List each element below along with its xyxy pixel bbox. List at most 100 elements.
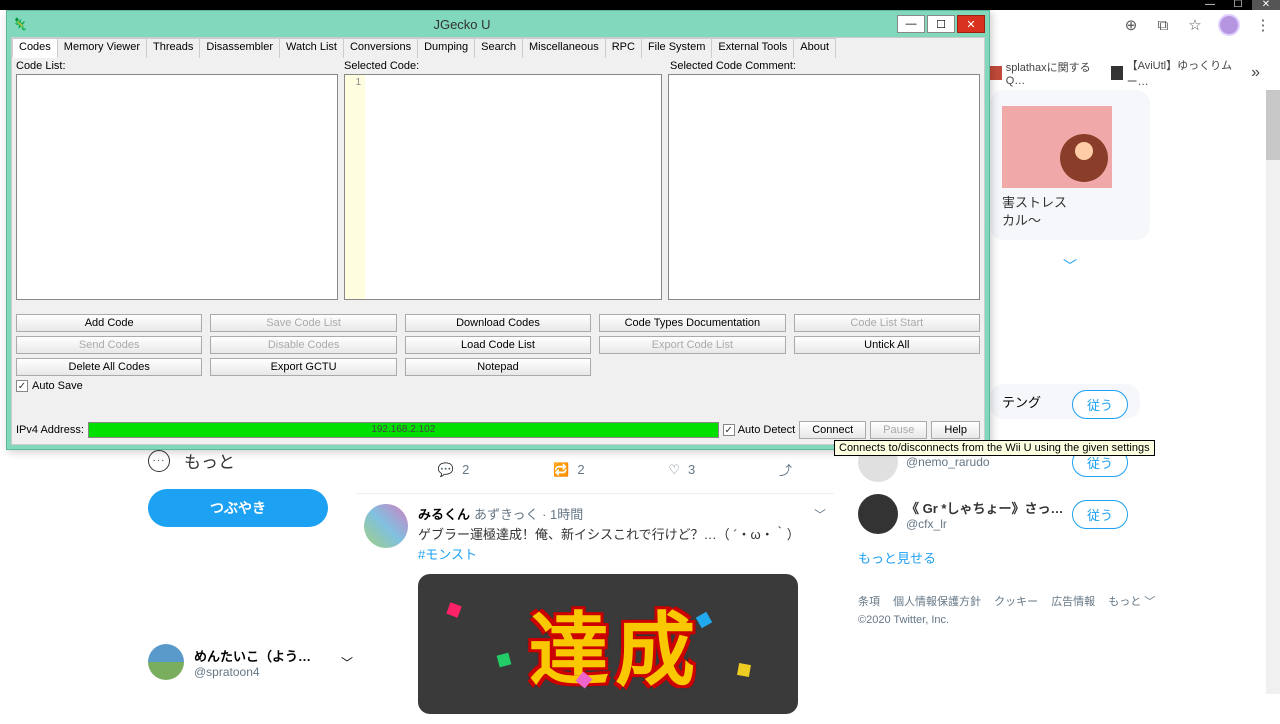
bookmark-overflow-button[interactable]: » (1251, 64, 1260, 82)
follow-item[interactable]: 《 Gr *しゃちょー》さっち… @cfx_lr 従う (858, 488, 1128, 540)
bookmark-item[interactable]: splathaxに関するQ… (990, 59, 1093, 87)
tab-external-tools[interactable]: External Tools (711, 38, 794, 58)
maximize-button[interactable]: ☐ (927, 15, 955, 33)
code-editor[interactable] (365, 75, 661, 299)
ip-label: IPv4 Address: (16, 424, 84, 436)
help-button[interactable]: Help (931, 421, 980, 439)
load-code-list-button[interactable]: Load Code List (405, 336, 591, 354)
tab-disassembler[interactable]: Disassembler (199, 38, 280, 58)
check-icon: ✓ (723, 424, 735, 436)
like-button[interactable]: ♡ 3 (668, 460, 695, 479)
titlebar[interactable]: 🦎 JGecko U — ☐ ✕ (7, 11, 989, 37)
bookmark-item[interactable]: 【AviUtl】ゆっくりムー… (1111, 57, 1233, 89)
tab-conversions[interactable]: Conversions (343, 38, 418, 58)
code-list-panel[interactable] (16, 74, 338, 300)
export-gctu-button[interactable]: Export GCTU (210, 358, 396, 376)
bookmark-bar: splathaxに関するQ… 【AviUtl】ゆっくりムー… » (990, 62, 1260, 84)
hashtag-link[interactable]: #モンスト (418, 547, 477, 562)
extensions-icon[interactable]: ⧉ (1154, 16, 1172, 34)
delete-all-codes-button[interactable]: Delete All Codes (16, 358, 202, 376)
codelist-label: Code List: (16, 60, 344, 72)
comment-panel[interactable] (668, 74, 980, 300)
footer-link[interactable]: 個人情報保護方針 (893, 596, 981, 608)
avatar (858, 494, 898, 534)
tab-about[interactable]: About (793, 38, 836, 58)
scrollbar-thumb[interactable] (1266, 90, 1280, 160)
show-more-link[interactable]: もっと見せる (858, 540, 1128, 567)
image-text: 達 成 (529, 586, 687, 702)
trends-panel: 害ストレスカル～ ﹀ (990, 90, 1150, 280)
tweet[interactable]: みるくん あずきっく · 1時間 ﹀ ゲブラー運極達成！俺、新イシスこれで行けど… (356, 494, 834, 724)
save-code-list-button[interactable]: Save Code List (210, 314, 396, 332)
auto-detect-checkbox[interactable]: ✓ Auto Detect (723, 424, 795, 436)
timeline: 💬 2 🔁 2 ♡ 3 ⤴ みるくん あずきっく · 1時間 ﹀ ゲブラー運極達… (356, 452, 834, 724)
bookmark-label: splathaxに関するQ… (1006, 59, 1093, 87)
copyright: ©2020 Twitter, Inc. (858, 612, 1165, 630)
footer-link[interactable]: クッキー (994, 596, 1038, 608)
code-types-documentation-button[interactable]: Code Types Documentation (599, 314, 785, 332)
disable-codes-button[interactable]: Disable Codes (210, 336, 396, 354)
footer-link[interactable]: 条項 (858, 596, 880, 608)
tab-search[interactable]: Search (474, 38, 523, 58)
tweet-menu-icon[interactable]: ﹀ (814, 506, 826, 523)
tweet-author: みるくん (418, 504, 470, 523)
follow-button[interactable]: 従う (1072, 500, 1128, 529)
button-grid: Add Code Save Code List Download Codes Code… (16, 314, 980, 376)
menu-icon[interactable]: ⋮ (1254, 16, 1272, 34)
footer-link[interactable]: 広告情報 (1051, 596, 1095, 608)
share-button[interactable]: ⤴ (779, 460, 792, 479)
minimize-button[interactable]: — (897, 15, 925, 33)
tab-watch-list[interactable]: Watch List (279, 38, 344, 58)
close-button[interactable]: ✕ (957, 15, 985, 33)
trend-image (1002, 106, 1112, 188)
send-codes-button[interactable]: Send Codes (16, 336, 202, 354)
autosave-checkbox[interactable]: ✓ Auto Save (16, 380, 980, 392)
vertical-scrollbar[interactable] (1266, 90, 1280, 694)
window-title: JGecko U (29, 17, 895, 32)
follow-handle: @cfx_lr (906, 517, 1064, 531)
connect-button[interactable]: Connect (799, 421, 866, 439)
star-icon[interactable]: ☆ (1186, 16, 1204, 34)
download-codes-button[interactable]: Download Codes (405, 314, 591, 332)
favicon-icon (990, 66, 1002, 80)
add-code-button[interactable]: Add Code (16, 314, 202, 332)
more-label: もっと (184, 448, 235, 473)
retweet-button[interactable]: 🔁 2 (553, 460, 584, 479)
follow-button[interactable]: 従う (1072, 390, 1128, 419)
user-handle: @spratoon4 (194, 665, 311, 679)
tab-file-system[interactable]: File System (641, 38, 712, 58)
expand-icon[interactable]: ﹀ (990, 252, 1150, 280)
connection-row: IPv4 Address: 192.168.2.102 ✓ Auto Detec… (16, 420, 980, 440)
untick-all-button[interactable]: Untick All (794, 336, 980, 354)
jgecko-window: 🦎 JGecko U — ☐ ✕ CodesMemory ViewerThrea… (6, 10, 990, 450)
ip-address-field[interactable]: 192.168.2.102 (88, 422, 719, 438)
code-list-start-button[interactable]: Code List Start (794, 314, 980, 332)
notepad-button[interactable]: Notepad (405, 358, 591, 376)
tab-rpc[interactable]: RPC (605, 38, 642, 58)
footer-link[interactable]: もっと ﹀ (1108, 596, 1155, 608)
tab-miscellaneous[interactable]: Miscellaneous (522, 38, 606, 58)
reply-button[interactable]: 💬 2 (438, 460, 469, 479)
tooltip: Connects to/disconnects from the Wii U u… (834, 440, 1155, 456)
trend-item[interactable]: 害ストレスカル～ (990, 90, 1150, 240)
comment-label: Selected Code Comment: (670, 60, 796, 72)
tab-threads[interactable]: Threads (146, 38, 200, 58)
follow-name: 《 Gr *しゃちょー》さっち… (906, 498, 1064, 517)
profile-avatar[interactable] (1218, 14, 1240, 36)
export-code-list-button[interactable]: Export Code List (599, 336, 785, 354)
follow-trend-item[interactable]: テング 従う (990, 384, 1140, 419)
tab-dumping[interactable]: Dumping (417, 38, 475, 58)
pause-button[interactable]: Pause (870, 421, 927, 439)
check-icon: ✓ (16, 380, 28, 392)
tab-memory-viewer[interactable]: Memory Viewer (57, 38, 147, 58)
tweet-button[interactable]: つぶやき (148, 489, 328, 527)
favicon-icon (1111, 66, 1123, 80)
selected-code-panel[interactable]: 1 (344, 74, 662, 300)
account-switcher[interactable]: めんたいこ（よう… @spratoon4 ﹀ (148, 644, 353, 680)
tweet-image[interactable]: 達 成 (418, 574, 798, 714)
install-icon[interactable]: ⊕ (1122, 16, 1140, 34)
sidebar-item-more[interactable]: ··· もっと (148, 448, 348, 473)
app-icon: 🦎 (11, 17, 29, 31)
tab-codes[interactable]: Codes (12, 38, 58, 58)
tweet-actions: 💬 2 🔁 2 ♡ 3 ⤴ (356, 452, 834, 494)
